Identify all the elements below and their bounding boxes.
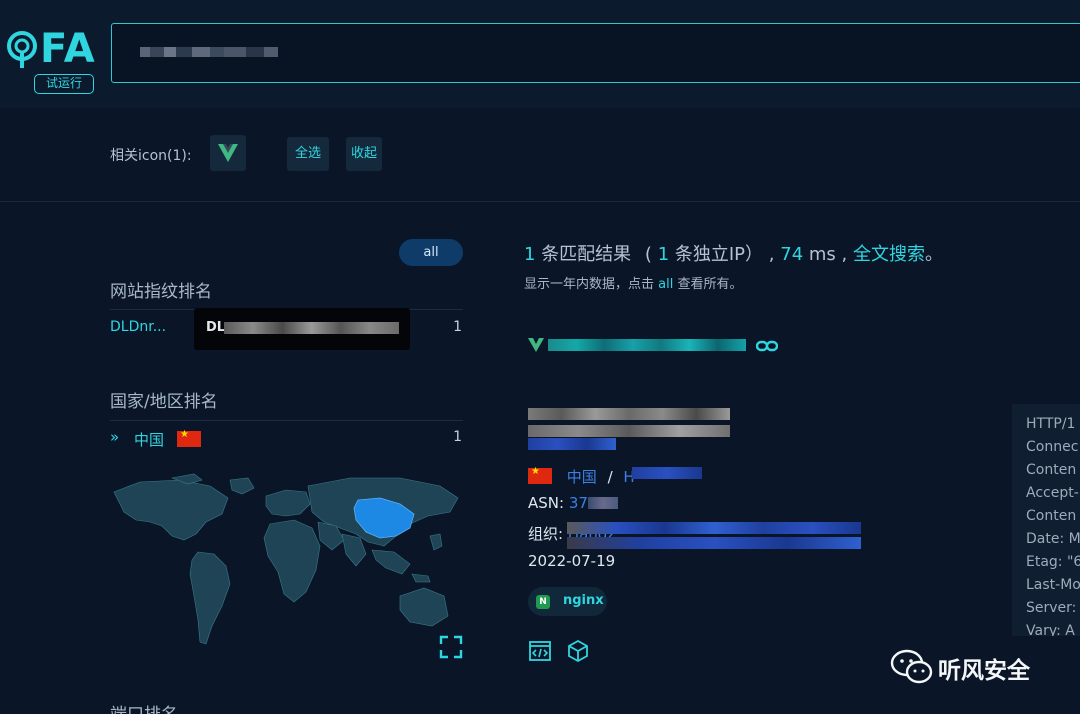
cube-icon[interactable]: [566, 639, 590, 663]
redacted-org: [567, 522, 861, 534]
china-flag-icon: [177, 429, 201, 447]
link-icon[interactable]: [756, 340, 778, 352]
divider: [110, 420, 463, 421]
fingerprint-count: 1: [453, 319, 462, 335]
redacted-title: [528, 408, 730, 420]
header-line: Connec: [1026, 439, 1079, 455]
header-line: Date: M: [1026, 531, 1080, 547]
watermark-text: 听风安全: [938, 658, 1030, 684]
search-input[interactable]: [111, 23, 1080, 83]
collapse-button[interactable]: 收起: [346, 137, 382, 171]
subtitle-suffix: 查看所有。: [677, 277, 743, 292]
header-line: Etag: "6: [1026, 554, 1080, 570]
match-label: 条匹配结果: [541, 244, 632, 265]
redacted-org: [567, 537, 861, 549]
top-header: FA 试运行: [0, 0, 1080, 108]
port-rank-title: 端口排名: [110, 700, 178, 714]
ip-count: 1: [657, 244, 670, 265]
header-line: Conten: [1026, 508, 1077, 524]
record-date: 2022-07-19: [528, 552, 616, 570]
redacted-region: [632, 467, 702, 479]
redacted-text: [224, 322, 399, 334]
nginx-icon: N: [536, 595, 550, 609]
code-icon[interactable]: [528, 639, 552, 663]
open-paren: (: [644, 244, 652, 265]
header-line: HTTP/1: [1026, 416, 1076, 432]
country-rank-title: 国家/地区排名: [110, 392, 218, 412]
world-map[interactable]: [110, 470, 464, 670]
logo-text: FA: [40, 26, 96, 72]
result-subtitle: 显示一年内数据，点击 all 查看所有。: [524, 273, 743, 292]
result-count: 1: [524, 244, 536, 265]
redacted-host: [548, 339, 746, 351]
vue-icon-chip[interactable]: [210, 135, 246, 171]
select-all-button[interactable]: 全选: [287, 137, 329, 171]
result-summary: 1 条匹配结果 ( 1 条独立IP） , 74 ms , 全文搜索。: [524, 244, 944, 265]
header-line: Vary: A: [1026, 623, 1075, 636]
china-flag-icon: [528, 466, 552, 484]
header-line: Server:: [1026, 600, 1077, 616]
org-label: 组织:: [528, 525, 564, 543]
fulltext-search-link[interactable]: 全文搜索: [853, 244, 925, 265]
subtitle-prefix: 显示一年内数据，点击: [524, 277, 655, 292]
header-line: Accept-: [1026, 485, 1079, 501]
redacted-query: [140, 39, 300, 65]
wechat-watermark: 听风安全: [890, 648, 1050, 686]
query-time: 74: [780, 244, 804, 265]
header-line: Conten: [1026, 462, 1077, 478]
region-separator: /: [607, 468, 613, 486]
nginx-label: nginx: [563, 593, 604, 608]
redacted-asn: [588, 497, 618, 509]
fofa-logo[interactable]: FA 试运行: [4, 22, 104, 102]
vue-icon: [528, 338, 544, 352]
wechat-icon: [890, 649, 933, 684]
related-icon-label: 相关icon(1):: [110, 148, 192, 164]
country-item[interactable]: 中国: [134, 429, 164, 450]
ip-label: 条独立IP）: [674, 244, 764, 265]
fingerprint-item[interactable]: DLDnr...: [110, 319, 166, 335]
expand-icon[interactable]: [439, 635, 463, 659]
http-header-panel[interactable]: HTTP/1 Connec Conten Accept- Conten Date…: [1012, 404, 1080, 636]
redacted-ip[interactable]: [528, 438, 616, 450]
redacted-title: [528, 425, 730, 437]
all-data-pill[interactable]: all: [399, 239, 463, 266]
time-unit: ms: [808, 244, 836, 265]
country-count: 1: [453, 429, 462, 445]
location-row: 中国 / H: [528, 466, 635, 487]
fingerprint-tooltip: DL: [194, 308, 410, 350]
logo-pin-icon: [7, 31, 37, 68]
tooltip-text: DL: [206, 320, 226, 335]
double-chevron-icon[interactable]: »: [110, 428, 119, 446]
period: 。: [925, 244, 944, 265]
trial-badge: 试运行: [34, 74, 94, 94]
show-all-link[interactable]: all: [658, 277, 673, 292]
country-link[interactable]: 中国: [567, 468, 597, 486]
nginx-tag[interactable]: N nginx: [528, 587, 607, 616]
asn-label: ASN:: [528, 494, 565, 512]
header-line: Last-Mo: [1026, 577, 1080, 593]
fingerprint-rank-title: 网站指纹排名: [110, 282, 212, 302]
vue-icon: [218, 144, 238, 162]
